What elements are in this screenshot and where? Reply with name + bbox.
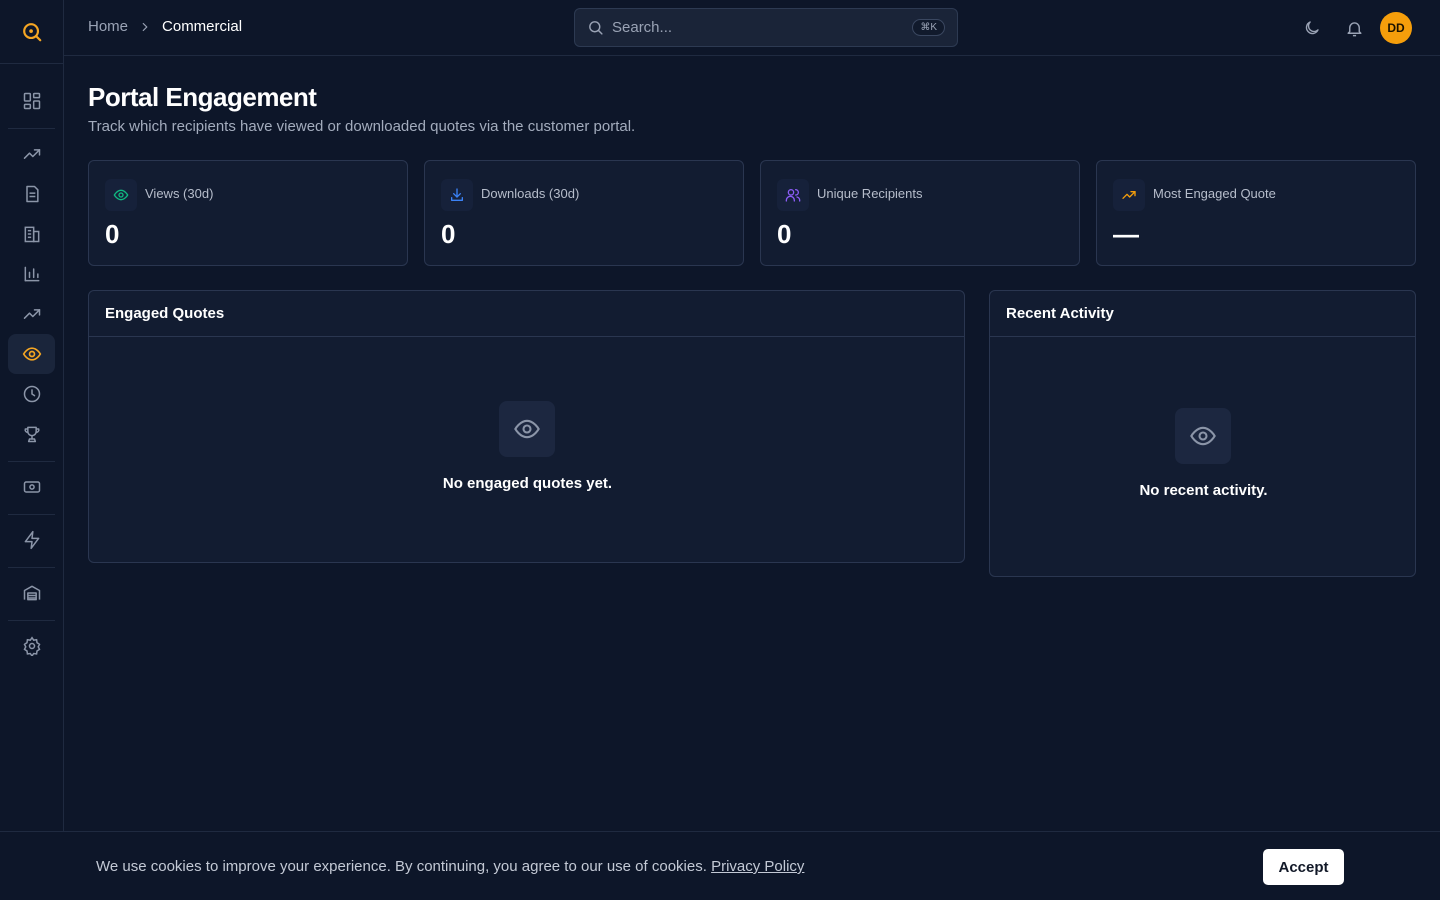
user-avatar[interactable]: DD	[1380, 12, 1412, 44]
eye-icon	[22, 347, 41, 361]
sidebar-item-reports[interactable]	[8, 254, 55, 294]
clock-icon	[23, 385, 40, 403]
search-logo-icon	[23, 22, 42, 41]
building-icon	[24, 226, 39, 243]
empty-state-text: No engaged quotes yet.	[442, 475, 613, 492]
lightning-icon	[24, 530, 39, 550]
stat-card-unique-recipients: Unique Recipients 0	[760, 160, 1080, 266]
top-bar: Home Commercial ⌘K DD	[64, 0, 1440, 56]
panel-title: Engaged Quotes	[89, 291, 964, 337]
document-icon	[25, 185, 39, 203]
stat-label: Unique Recipients	[817, 186, 923, 201]
privacy-policy-link[interactable]: Privacy Policy	[711, 858, 804, 875]
trending-up-icon	[23, 309, 40, 319]
sidebar-divider	[8, 514, 55, 515]
sidebar-divider	[8, 620, 55, 621]
panel-title: Recent Activity	[990, 291, 1415, 337]
sidebar-item-analytics[interactable]	[8, 294, 55, 334]
search-input[interactable]	[612, 19, 913, 36]
download-icon	[441, 179, 473, 211]
stat-label: Downloads (30d)	[481, 186, 580, 201]
stat-value: 0	[105, 219, 120, 249]
sidebar-divider	[8, 567, 55, 568]
bell-icon	[1346, 21, 1362, 36]
trending-up-icon	[1113, 179, 1145, 211]
app-logo[interactable]	[0, 0, 64, 64]
trophy-icon	[23, 426, 40, 443]
breadcrumb: Home Commercial	[88, 18, 242, 35]
accept-cookies-button[interactable]: Accept	[1263, 849, 1344, 885]
cookie-banner: We use cookies to improve your experienc…	[0, 831, 1440, 900]
stat-label: Most Engaged Quote	[1153, 186, 1276, 201]
theme-toggle-button[interactable]	[1300, 16, 1324, 40]
engaged-quotes-panel: Engaged Quotes No engaged quotes yet.	[88, 290, 965, 563]
page-title: Portal Engagement	[88, 82, 317, 112]
stat-value: 0	[441, 219, 456, 249]
sidebar-item-settings[interactable]	[8, 626, 55, 666]
sidebar-item-leaderboard[interactable]	[8, 414, 55, 454]
bar-chart-icon	[24, 266, 39, 282]
chevron-right-icon	[138, 20, 152, 34]
banknote-icon	[23, 481, 40, 493]
sidebar-item-billing[interactable]	[8, 467, 55, 507]
stat-label: Views (30d)	[145, 186, 214, 201]
cookie-message-text: We use cookies to improve your experienc…	[96, 858, 707, 875]
empty-state-text: No recent activity.	[1139, 482, 1268, 499]
users-icon	[777, 179, 809, 211]
sidebar-item-warehouse[interactable]	[8, 573, 55, 613]
eye-icon	[499, 401, 555, 457]
sidebar-item-companies[interactable]	[8, 214, 55, 254]
cookie-message: We use cookies to improve your experienc…	[96, 858, 804, 875]
recent-activity-panel: Recent Activity No recent activity.	[989, 290, 1416, 577]
eye-icon	[1175, 408, 1231, 464]
sidebar-item-trends[interactable]	[8, 134, 55, 174]
breadcrumb-home[interactable]: Home	[88, 18, 128, 35]
eye-icon	[105, 179, 137, 211]
sidebar-item-portal-engagement[interactable]	[8, 334, 55, 374]
search-icon	[587, 19, 604, 36]
sidebar-divider	[8, 128, 55, 129]
page-subtitle: Track which recipients have viewed or do…	[88, 118, 636, 135]
sidebar	[0, 0, 64, 900]
sidebar-item-automations[interactable]	[8, 520, 55, 560]
stat-value: 0	[777, 219, 792, 249]
sidebar-divider	[8, 461, 55, 462]
warehouse-icon	[23, 585, 40, 601]
stat-card-most-engaged-quote: Most Engaged Quote —	[1096, 160, 1416, 266]
sidebar-item-quotes[interactable]	[8, 174, 55, 214]
stat-card-downloads: Downloads (30d) 0	[424, 160, 744, 266]
sidebar-item-history[interactable]	[8, 374, 55, 414]
sidebar-item-dashboard[interactable]	[8, 81, 55, 121]
stat-card-views: Views (30d) 0	[88, 160, 408, 266]
grid-icon	[23, 92, 40, 110]
gear-icon	[23, 636, 40, 656]
stat-value: —	[1113, 219, 1139, 249]
notifications-button[interactable]	[1342, 16, 1366, 40]
search-bar[interactable]: ⌘K	[574, 8, 958, 47]
breadcrumb-current: Commercial	[162, 18, 243, 35]
moon-icon	[1305, 21, 1319, 35]
search-shortcut-badge: ⌘K	[912, 19, 945, 36]
trending-up-icon	[23, 149, 40, 159]
